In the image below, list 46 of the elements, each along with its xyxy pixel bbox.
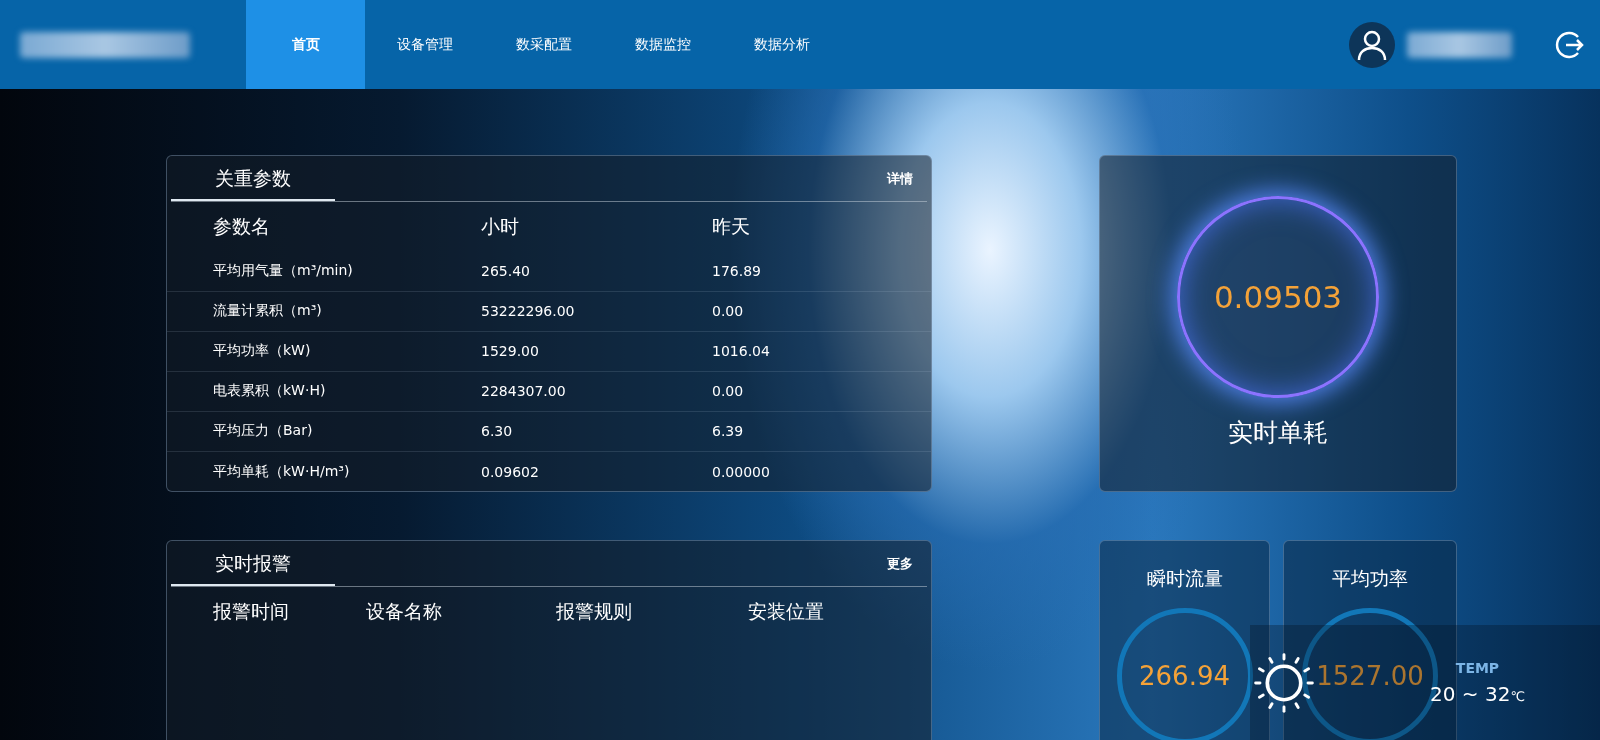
table-cell-text: 平均功率（kW): [213, 342, 312, 361]
panel-title: 关重参数: [171, 156, 335, 201]
table-cell-text: 176.89: [712, 263, 762, 280]
table-cell-text: 6.30: [481, 423, 514, 440]
table-cell-text: 53222296.00: [481, 303, 576, 320]
gauge-label: 实时单耗: [1228, 417, 1328, 449]
table-cell-text: 1016.04: [712, 343, 771, 360]
metric-value: 1527.00: [1316, 661, 1424, 691]
table-cell-text: 流量计累积（m³): [213, 302, 323, 321]
more-link[interactable]: 更多: [887, 554, 913, 573]
table-cell-text: 0.09602: [481, 463, 540, 480]
metric-value: 266.94: [1139, 661, 1230, 691]
avatar-icon[interactable]: [1349, 21, 1395, 68]
nav-tab[interactable]: 数据监控: [603, 0, 722, 89]
temperature-range: 20 ~ 32: [1430, 681, 1511, 706]
nav-tab[interactable]: 设备管理: [365, 0, 484, 89]
sun-icon: [1254, 650, 1314, 715]
column-header: 报警时间: [213, 599, 290, 624]
column-header: 安装位置: [748, 599, 825, 624]
gauge-value: 0.09503: [1213, 279, 1343, 315]
column-header: 设备名称: [366, 599, 443, 624]
table-cell-text: 0.00000: [712, 463, 771, 480]
table-cell-text: 平均压力（Bar): [213, 422, 314, 441]
nav-tab[interactable]: 数采配置: [484, 0, 603, 89]
column-header: 小时: [481, 213, 520, 239]
table-cell-text: 平均单耗（kW·H/m³): [213, 462, 351, 481]
panel-title: 实时报警: [171, 541, 335, 586]
table-cell-text: 0.00: [712, 303, 745, 320]
column-header: 报警规则: [556, 599, 633, 624]
table-cell-text: 电表累积（kW·H): [213, 382, 327, 401]
table-cell-text: 265.40: [481, 263, 531, 280]
logout-icon[interactable]: [1554, 29, 1584, 60]
table-cell-text: 0.00: [712, 383, 745, 400]
metric-label: 瞬时流量: [1146, 566, 1223, 591]
unit-label: ℃: [1510, 688, 1525, 704]
details-link[interactable]: 详情: [887, 169, 913, 188]
nav-tab[interactable]: 首页: [246, 0, 365, 89]
table-cell-text: 6.39: [712, 423, 745, 440]
table-cell-text: 平均用气量（m³/min): [213, 262, 354, 281]
column-header: 昨天: [712, 213, 751, 239]
temp-label: TEMP: [1455, 659, 1500, 676]
column-header: 参数名: [213, 213, 271, 239]
table-cell-text: 1529.00: [481, 343, 540, 360]
table-cell-text: 2284307.00: [481, 383, 567, 400]
nav-tab[interactable]: 数据分析: [722, 0, 841, 89]
metric-label: 平均功率: [1332, 566, 1408, 591]
